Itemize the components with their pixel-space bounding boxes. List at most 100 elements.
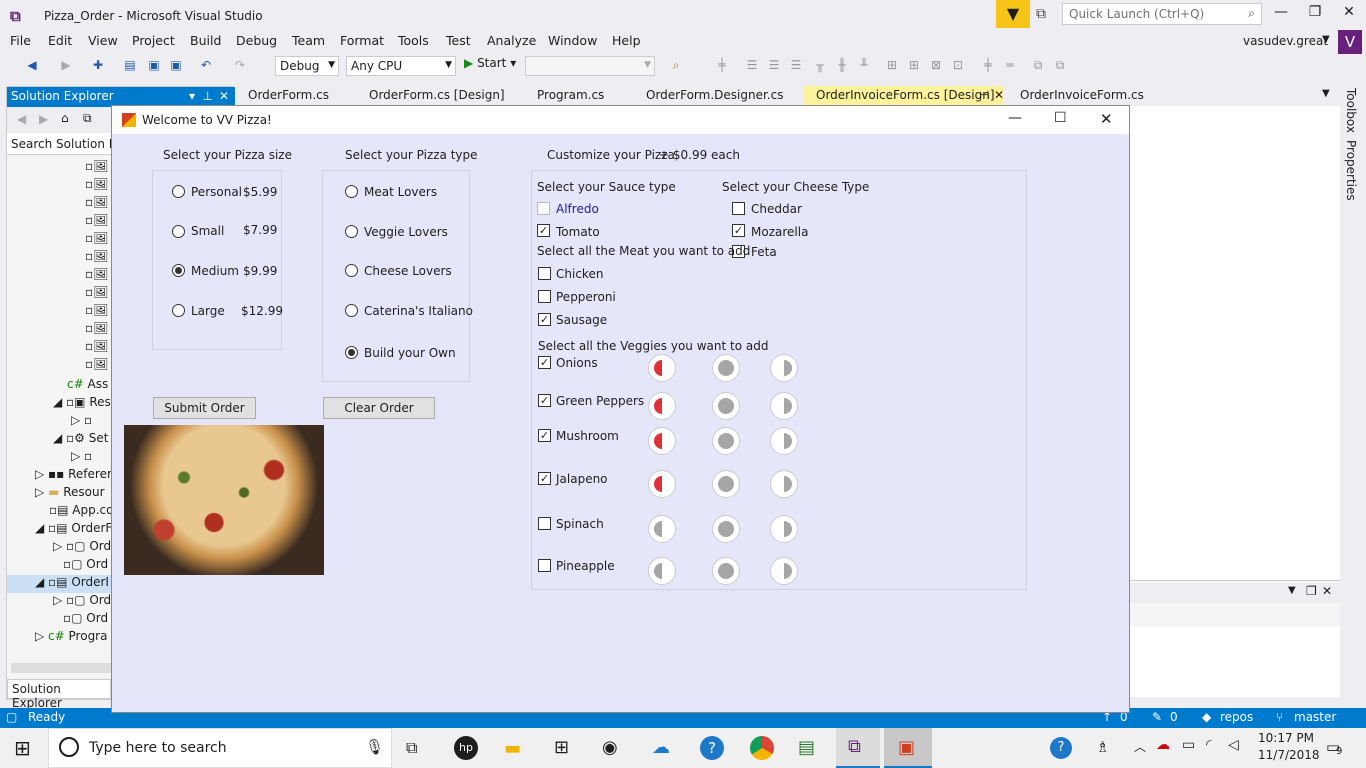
size-label-personal[interactable]: Personal [191, 185, 242, 199]
align-lefts-icon[interactable]: ☰ [744, 57, 760, 73]
close-icon[interactable]: ✕ [219, 89, 229, 103]
checkbox-mushroom[interactable]: ✓ [538, 429, 551, 442]
menu-view[interactable]: View [88, 33, 118, 48]
align-centers-icon[interactable]: ☰ [766, 57, 782, 73]
tab-orderform-design[interactable]: OrderForm.cs [Design] [357, 86, 517, 106]
onions-right-half-button[interactable] [770, 354, 798, 382]
branch-icon[interactable]: ⑂ [1276, 710, 1283, 724]
make-same-height-icon[interactable]: ⊞ [906, 57, 922, 73]
pineapple-whole-button[interactable] [712, 557, 740, 585]
bring-to-front-icon[interactable]: ⧉ [1030, 57, 1046, 73]
type-label-build-your-own[interactable]: Build your Own [364, 346, 456, 360]
start-button[interactable]: ▶ Start ▾ [464, 56, 516, 70]
horizontal-spacing-icon[interactable]: ╪ [980, 57, 996, 73]
open-icon[interactable]: ▤ [122, 57, 138, 73]
pin-icon[interactable]: ⊥ [203, 89, 213, 103]
sauce-label-tomato[interactable]: Tomato [556, 225, 600, 239]
align-bottoms-icon[interactable]: ╨ [856, 57, 872, 73]
veggie-label-jalapeno[interactable]: Jalapeno [556, 472, 608, 486]
veggie-label-mushroom[interactable]: Mushroom [556, 429, 619, 443]
chevron-down-icon[interactable]: ▼ [1322, 88, 1330, 99]
menu-team[interactable]: Team [292, 33, 325, 48]
spinach-right-half-button[interactable] [770, 515, 798, 543]
mushroom-right-half-button[interactable] [770, 427, 798, 455]
tree-item[interactable]: ▷ ▫ [71, 449, 92, 467]
type-label-meat-lovers[interactable]: Meat Lovers [364, 185, 437, 199]
restore-button[interactable]: ❐ [1298, 4, 1332, 24]
repos-label[interactable]: repos [1220, 710, 1253, 724]
task-view-icon[interactable]: ⧉ [406, 738, 417, 758]
chevron-down-icon[interactable]: ▾ [189, 89, 195, 103]
menu-window[interactable]: Window [548, 33, 597, 48]
align-grid-icon[interactable]: ╪ [714, 57, 730, 73]
microphone-icon[interactable]: 🎙 [365, 738, 384, 756]
align-tops-icon[interactable]: ╥ [812, 57, 828, 73]
onions-whole-button[interactable] [712, 354, 740, 382]
mushroom-left-half-button[interactable] [648, 427, 676, 455]
checkbox-green-peppers[interactable]: ✓ [538, 394, 551, 407]
menu-test[interactable]: Test [446, 33, 471, 48]
platform-select[interactable]: Any CPU ▼ [346, 56, 456, 76]
tree-item[interactable]: ▫🖼 [85, 231, 108, 249]
close-icon[interactable]: ✕ [1100, 110, 1113, 128]
size-label-large[interactable]: Large [191, 304, 225, 318]
home-icon[interactable]: ⌂ [61, 111, 69, 125]
tree-item[interactable]: ▫🖼 [85, 357, 108, 375]
checkbox-sausage[interactable]: ✓ [538, 313, 551, 326]
radio-veggie-lovers[interactable] [345, 225, 358, 238]
tree-item[interactable]: ▫🖼 [85, 177, 108, 195]
visual-studio-taskbar-button[interactable]: ⧉ [836, 728, 880, 768]
tree-item[interactable]: ▫▢ Ord [63, 557, 108, 575]
minimize-icon[interactable]: — [1008, 110, 1022, 126]
tree-item[interactable]: ▫🖼 [85, 321, 108, 339]
submit-order-button[interactable]: Submit Order [153, 397, 256, 419]
feedback-icon[interactable]: ⧉ [1036, 6, 1052, 22]
tree-item-ass[interactable]: c# Ass [67, 377, 108, 395]
switch-views-icon[interactable]: ⧉ [83, 111, 92, 126]
branch-label[interactable]: master [1294, 710, 1336, 724]
redo-icon[interactable]: ↷ [232, 57, 248, 73]
filter-icon[interactable]: ▼ [996, 0, 1030, 28]
toolbox-tab[interactable]: Toolbox [1344, 88, 1358, 133]
radio-build-your-own[interactable] [345, 346, 358, 359]
align-middles-icon[interactable]: ╫ [834, 57, 850, 73]
checkbox-chicken[interactable] [538, 267, 551, 280]
menu-format[interactable]: Format [340, 33, 384, 48]
hp-icon[interactable]: hp [454, 736, 478, 760]
menu-file[interactable]: File [10, 33, 31, 48]
menu-project[interactable]: Project [132, 33, 175, 48]
cheese-label-mozarella[interactable]: Mozarella [751, 225, 808, 239]
security-icon[interactable]: ☁ [1156, 737, 1170, 753]
tab-orderinvoiceform-cs[interactable]: OrderInvoiceForm.cs [1008, 86, 1156, 106]
tree-item-references[interactable]: ▷ ▪▪ Referer [35, 467, 111, 485]
tree-item[interactable]: ▷ ▫▢ Ord [53, 539, 111, 557]
tree-item[interactable]: ▷ ▫ [71, 413, 92, 431]
meat-label-sausage[interactable]: Sausage [556, 313, 607, 327]
chevron-down-icon[interactable]: ▼ [1322, 34, 1330, 45]
save-icon[interactable]: ▣ [146, 57, 162, 73]
jalapeno-right-half-button[interactable] [770, 470, 798, 498]
clock-time[interactable]: 10:17 PM [1258, 731, 1314, 745]
menu-build[interactable]: Build [190, 33, 221, 48]
size-to-grid-icon[interactable]: ⊠ [928, 57, 944, 73]
tree-item[interactable]: ▷ ▫▢ Ord [53, 593, 111, 611]
solution-explorer-footer-tab[interactable]: Solution Explorer [7, 679, 111, 710]
green-peppers-right-half-button[interactable] [770, 392, 798, 420]
align-rights-icon[interactable]: ☰ [788, 57, 804, 73]
radio-caterinas-italiano[interactable] [345, 304, 358, 317]
startup-item-select[interactable]: ▼ [525, 56, 655, 76]
taskbar-search-box[interactable]: Type here to search 🎙 [48, 728, 392, 768]
tree-item[interactable]: ▫🖼 [85, 159, 108, 177]
user-name[interactable]: vasudev.great [1243, 34, 1328, 48]
menu-edit[interactable]: Edit [48, 33, 72, 48]
radio-meat-lovers[interactable] [345, 185, 358, 198]
spinach-left-half-button[interactable] [648, 515, 676, 543]
people-icon[interactable]: ♗ [1096, 738, 1109, 756]
forward-icon[interactable]: ▶ [58, 57, 74, 73]
show-hidden-icons-icon[interactable]: ︿ [1134, 738, 1146, 755]
notepad-icon[interactable]: ▤ [798, 737, 815, 758]
size-label-small[interactable]: Small [191, 224, 224, 238]
menu-tools[interactable]: Tools [398, 33, 429, 48]
tab-orderform-cs[interactable]: OrderForm.cs [236, 86, 341, 106]
store-icon[interactable]: ⊞ [554, 737, 569, 758]
